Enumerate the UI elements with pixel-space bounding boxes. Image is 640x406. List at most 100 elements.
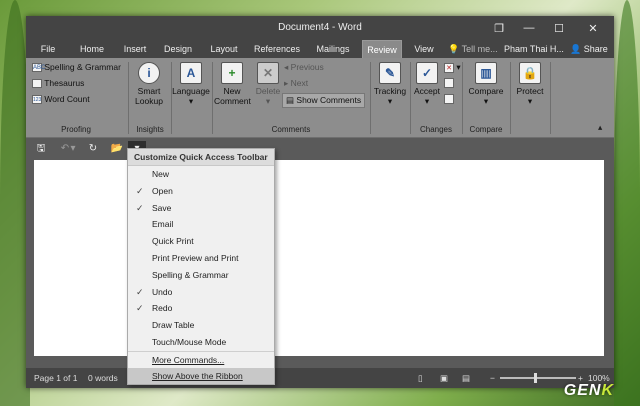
open-icon[interactable]: 📂 (108, 141, 126, 157)
spelling-grammar-button[interactable]: ABC Spelling & Grammar (32, 62, 121, 73)
watermark-logo: GENK (564, 382, 614, 400)
tab-design[interactable]: Design (160, 40, 196, 58)
zoom-slider[interactable] (500, 377, 576, 379)
chevron-down-icon: ▾ (527, 96, 533, 106)
compare-label: Compare (468, 86, 504, 96)
group-separator (370, 62, 371, 134)
menu-item-save[interactable]: ✓ Save (128, 200, 274, 217)
menu-item-undo[interactable]: ✓ Undo (128, 284, 274, 301)
menu-item-spelling-grammar[interactable]: Spelling & Grammar (128, 267, 274, 284)
ribbon-tabs: File Home Insert Design Layout Reference… (26, 40, 614, 58)
previous-comment-button[interactable]: ◂ Previous (284, 62, 324, 73)
language-button[interactable]: A Language ▾ (172, 62, 210, 106)
new-comment-icon: + (221, 62, 243, 84)
tab-review[interactable]: Review (362, 40, 402, 58)
menu-item-label: Email (152, 219, 174, 230)
menu-item-draw-table[interactable]: Draw Table (128, 317, 274, 334)
menu-item-label: Spelling & Grammar (152, 269, 229, 280)
next-change-icon (444, 94, 454, 104)
tab-view[interactable]: View (410, 40, 438, 58)
read-mode-icon[interactable]: ▯ (418, 373, 423, 384)
tab-mailings[interactable]: Mailings (312, 40, 354, 58)
menu-item-label: Show Above the Ribbon (152, 370, 243, 381)
compare-group-label: Compare (469, 125, 503, 134)
next-comment-button[interactable]: ▸ Next (284, 78, 308, 89)
tab-home[interactable]: Home (74, 40, 110, 58)
menu-item-new[interactable]: New (128, 166, 274, 183)
page-count[interactable]: Page 1 of 1 (34, 373, 77, 383)
check-icon: ✓ (136, 202, 144, 213)
compare-button[interactable]: ▥ Compare ▾ (466, 62, 506, 106)
title-bar: Document4 - Word ❐ — ☐ ✕ (26, 16, 614, 40)
chevron-down-icon: ▾ (387, 96, 393, 106)
word-count[interactable]: 0 words (88, 373, 118, 383)
user-account[interactable]: Pham Thai H... (504, 40, 564, 58)
reject-button[interactable]: ✕ ▾ (444, 62, 461, 73)
menu-item-redo[interactable]: ✓ Redo (128, 300, 274, 317)
tell-me-box[interactable]: 💡 Tell me... (448, 40, 498, 58)
word-count-button[interactable]: 123 Word Count (32, 94, 90, 105)
zoom-slider-thumb[interactable] (534, 373, 537, 383)
menu-item-print-preview-and-print[interactable]: Print Preview and Print (128, 250, 274, 267)
chevron-down-icon: ▾ (424, 96, 430, 106)
collapse-ribbon-button[interactable]: ▴ (598, 122, 602, 133)
protect-icon: 🔒 (519, 62, 541, 84)
menu-item-more-commands[interactable]: More Commands... (128, 350, 274, 368)
menu-item-label: More Commands... (152, 354, 225, 365)
print-layout-icon[interactable]: ▣ (440, 373, 448, 384)
menu-item-label: Print Preview and Print (152, 252, 239, 263)
tab-layout[interactable]: Layout (206, 40, 242, 58)
chevron-down-icon: ▾ (188, 96, 194, 106)
menu-item-show-above-the-ribbon[interactable]: Show Above the Ribbon (128, 367, 274, 385)
menu-item-quick-print[interactable]: Quick Print (128, 233, 274, 250)
changes-group-label: Changes (419, 125, 453, 134)
tab-insert[interactable]: Insert (118, 40, 152, 58)
save-icon[interactable]: 🖫 (32, 141, 50, 157)
maximize-button[interactable]: ☐ (544, 16, 574, 40)
comments-group-label: Comments (271, 125, 311, 134)
accept-icon: ✓ (416, 62, 438, 84)
document-area (26, 160, 614, 368)
tab-references[interactable]: References (252, 40, 302, 58)
tab-file[interactable]: File (34, 40, 62, 58)
thesaurus-button[interactable]: Thesaurus (32, 78, 84, 89)
accept-button[interactable]: ✓ Accept ▾ (412, 62, 442, 106)
close-button[interactable]: ✕ (578, 16, 608, 40)
undo-dropdown-icon[interactable]: ▾ (68, 141, 78, 157)
delete-comment-icon: ✕ (257, 62, 279, 84)
proofing-group-label: Proofing (61, 125, 91, 134)
document-page[interactable] (34, 160, 604, 356)
chevron-down-icon: ▾ (456, 62, 461, 72)
tracking-button[interactable]: ✎ Tracking ▾ (372, 62, 408, 106)
ribbon-display-options-button[interactable]: ❐ (484, 16, 514, 40)
next-change-button[interactable] (444, 94, 454, 106)
menu-item-label: New (152, 169, 170, 179)
next-label: Next (290, 78, 309, 88)
zoom-out-button[interactable]: − (490, 373, 495, 383)
previous-change-button[interactable] (444, 78, 454, 90)
info-icon: i (138, 62, 160, 84)
protect-button[interactable]: 🔒 Protect ▾ (512, 62, 548, 106)
show-comments-button[interactable]: ▤ Show Comments (282, 93, 366, 108)
share-button[interactable]: 👤 Share (570, 40, 608, 58)
thesaurus-icon (32, 79, 42, 89)
tracking-icon: ✎ (379, 62, 401, 84)
menu-item-touch-mouse-mode[interactable]: Touch/Mouse Mode (128, 334, 274, 351)
compare-icon: ▥ (475, 62, 497, 84)
menu-item-label: Draw Table (152, 320, 195, 331)
watermark-part-a: GEN (563, 382, 602, 399)
chevron-down-icon: ▾ (265, 96, 271, 106)
menu-title: Customize Quick Access Toolbar (128, 149, 274, 166)
check-icon: ✓ (136, 185, 144, 196)
web-layout-icon[interactable]: ▤ (462, 373, 470, 384)
protect-label: Protect (516, 86, 544, 96)
new-comment-button[interactable]: + New Comment (214, 62, 251, 106)
word-window: Document4 - Word ❐ — ☐ ✕ File Home Inser… (26, 16, 614, 388)
menu-item-open[interactable]: ✓ Open (128, 183, 274, 200)
redo-icon[interactable]: ↻ (84, 141, 102, 157)
minimize-button[interactable]: — (514, 16, 544, 40)
menu-item-email[interactable]: Email (128, 216, 274, 233)
smart-lookup-label-1: Smart (137, 86, 161, 96)
smart-lookup-button[interactable]: i Smart Lookup (132, 62, 166, 106)
delete-comment-button[interactable]: ✕ Delete ▾ (252, 62, 284, 106)
